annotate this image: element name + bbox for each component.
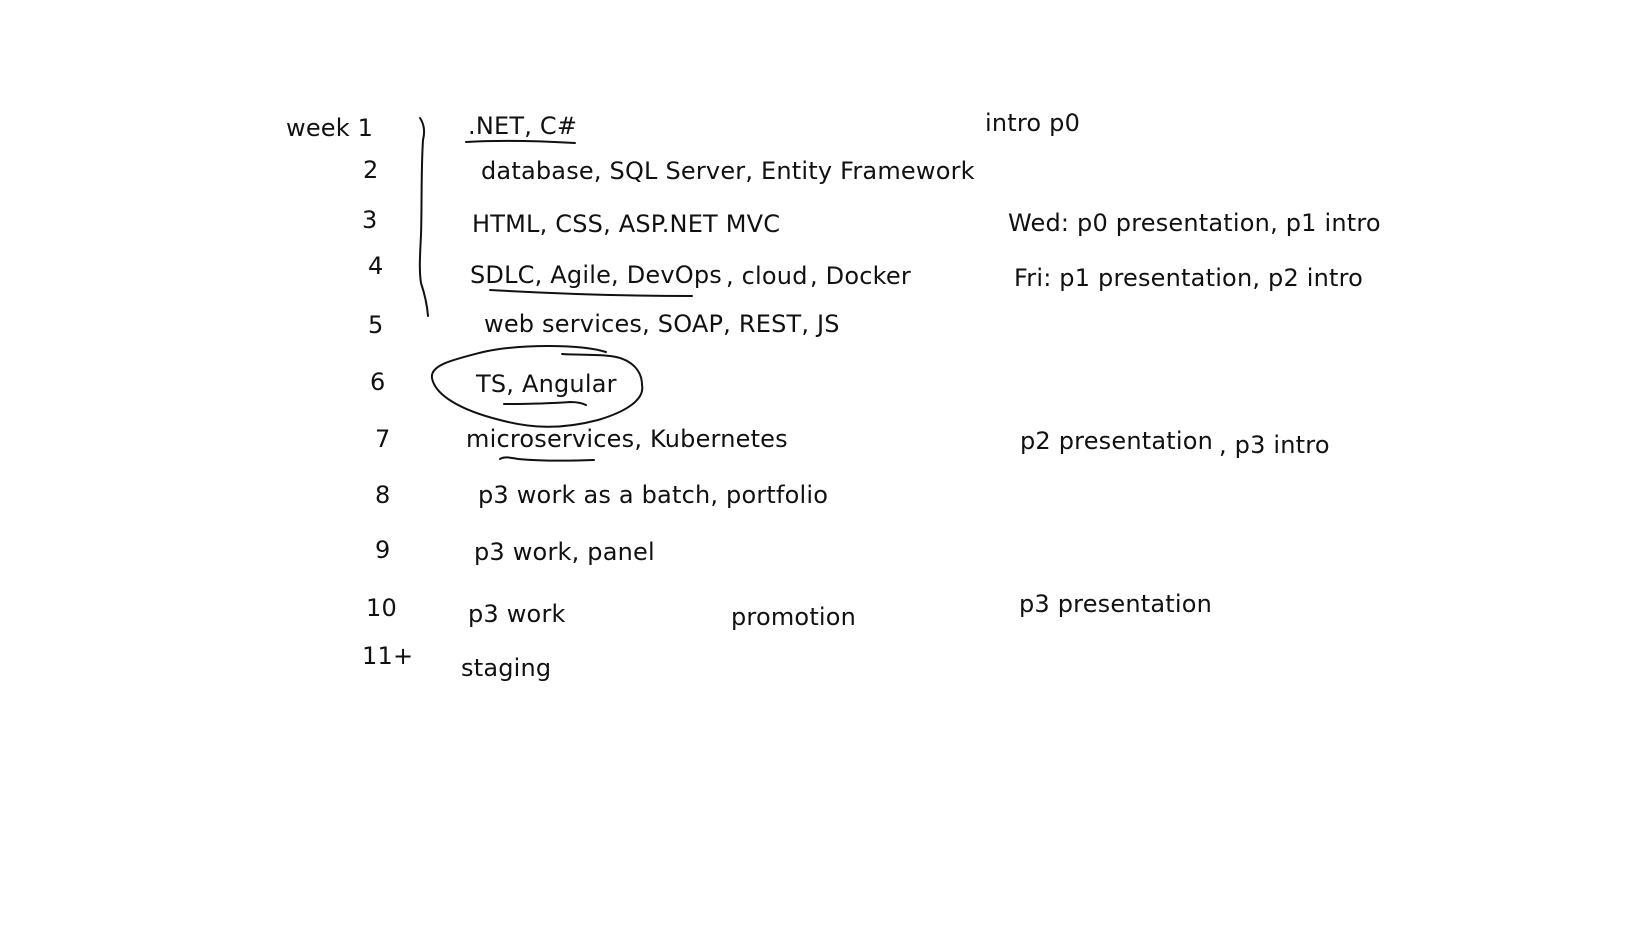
week-label-9: 9 (375, 536, 391, 564)
topic-week-4: SDLC, Agile, DevOps (470, 261, 722, 289)
topic-week-8: p3 work as a batch, portfolio (478, 481, 829, 509)
week-label-4: 4 (368, 252, 384, 280)
week-label-3: 3 (362, 206, 378, 234)
topic-week-10-promotion: promotion (731, 603, 857, 631)
topic-week-1: .NET, C# (468, 112, 578, 140)
event-intro-p0: intro p0 (985, 109, 1081, 137)
week-label-11plus: 11+ (362, 642, 414, 670)
week-label-8: 8 (375, 481, 391, 509)
topic-week-5: web services, SOAP, REST, JS (484, 310, 840, 338)
underline-sdlc-agile-devops (489, 289, 693, 297)
underline-angular (503, 401, 587, 406)
week-label-10: 10 (366, 594, 397, 622)
underline-microservices (499, 456, 595, 462)
topic-week-9: p3 work, panel (474, 538, 655, 566)
topic-week-4-cloud: , cloud (726, 262, 808, 290)
whiteboard-canvas: week 1 2 3 4 5 6 7 8 9 10 11+ .NET, C# d… (0, 0, 1648, 927)
week-label-7: 7 (375, 425, 391, 453)
topic-week-11: staging (461, 654, 552, 682)
handwritten-marks (418, 117, 693, 462)
underline-net-csharp (465, 139, 576, 144)
week-label-6: 6 (370, 368, 386, 396)
week-label-2: 2 (363, 156, 379, 184)
event-wed: Wed: p0 presentation, p1 intro (1008, 209, 1381, 237)
event-p3-presentation: p3 presentation (1019, 590, 1213, 618)
week-label-5: 5 (368, 311, 384, 339)
event-p2-presentation: p2 presentation (1020, 427, 1214, 455)
topic-week-7: microservices, Kubernetes (466, 425, 788, 453)
topic-week-2: database, SQL Server, Entity Framework (481, 157, 975, 185)
event-p3-intro: , p3 intro (1219, 431, 1330, 459)
event-fri: Fri: p1 presentation, p2 intro (1014, 264, 1364, 292)
topic-week-10: p3 work (468, 600, 566, 628)
topic-week-3: HTML, CSS, ASP.NET MVC (472, 210, 781, 238)
topic-week-6: TS, Angular (476, 370, 617, 398)
bracket-weeks-1-5 (418, 117, 429, 317)
topic-week-4-docker: , Docker (810, 262, 911, 290)
week-label-1: week 1 (286, 114, 374, 142)
